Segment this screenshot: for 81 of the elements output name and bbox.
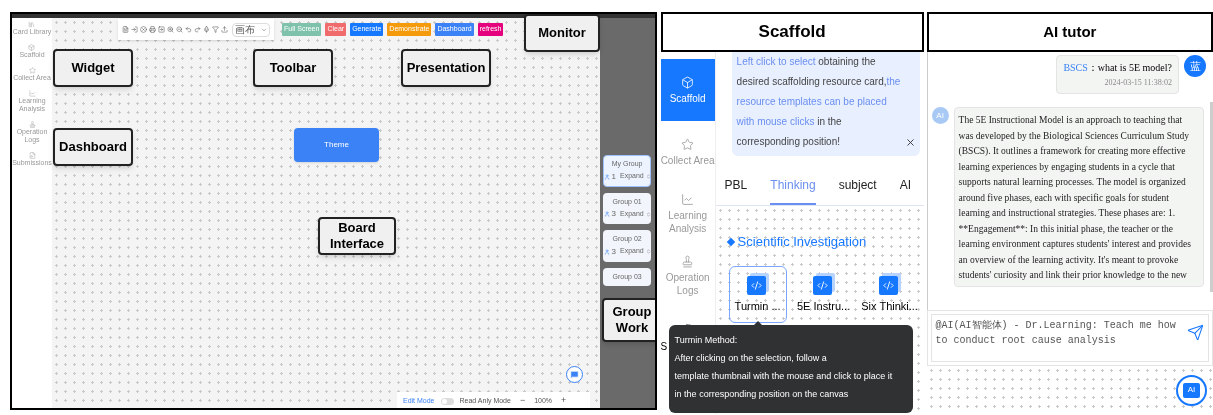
template-card[interactable]: 5E Instru... [794, 265, 853, 323]
stamp-icon [28, 121, 36, 128]
person-icon [603, 211, 610, 217]
expand-icon [645, 211, 651, 217]
tooltip-text: After clicking on the selection, follow a [674, 352, 828, 365]
code-template-icon [812, 273, 835, 296]
zoom-out-icon[interactable] [176, 26, 183, 33]
member-count: 3 [611, 245, 616, 258]
ai-message: The 5E Instructional Model is an approach to teaching that was developed by the Biological Sciences Curriculum Study (BSCS). It outlines a framework for creating more effective learning experiences by engaging students in a cycle that supports natural learning processes. The model is organized around five phases, each with specific goals for student learning and instructional strategies. These phases are: 1. **Engagement**: In this initial phase, the teacher or the learning environment captures students' interest and provides an overview of the learning activity. It's meant to provoke students' curiosity and link their prior knowledge to the new [953, 107, 1204, 287]
section-title: Scientific Investigation [737, 233, 867, 251]
callout-label: Dashboard [53, 128, 133, 166]
callout-label: Presentation [401, 49, 491, 87]
send-icon[interactable] [1187, 324, 1204, 341]
ai-chat-button[interactable]: AI [1176, 374, 1207, 406]
expand-icon [645, 249, 651, 254]
nav-item[interactable]: Collect Area [660, 121, 715, 183]
person-icon [603, 173, 610, 180]
card-label: 5E Instru... [797, 299, 851, 315]
callout-label: Toolbar [253, 49, 333, 87]
library-icon [28, 21, 36, 28]
cube-icon [28, 44, 36, 51]
member-count: 3 [611, 208, 616, 220]
nav-item[interactable]: Operation Logs [660, 245, 715, 307]
chat-icon [570, 370, 579, 379]
close-circle-icon[interactable] [140, 26, 147, 33]
code-template-icon [746, 273, 769, 296]
microphone-icon[interactable] [203, 26, 210, 33]
person-icon [603, 248, 610, 255]
expand-icon [645, 174, 651, 179]
zoom-out-button[interactable]: − [519, 394, 526, 408]
chevron-icon [261, 26, 267, 33]
file-icon [28, 152, 36, 159]
tab[interactable]: subject [838, 176, 877, 205]
zoom-in-icon[interactable] [167, 26, 174, 33]
message-time: 2024-03-15 11:38:02 [1103, 77, 1172, 89]
tab[interactable]: Thinking [770, 176, 816, 205]
nav-item[interactable]: Scaffold [660, 59, 715, 121]
undo-icon[interactable] [185, 26, 192, 33]
callout-label: Widget [53, 49, 133, 87]
upload-icon[interactable] [221, 26, 228, 33]
redo-icon[interactable] [194, 26, 201, 33]
callout-label: Monitor [524, 14, 600, 52]
callout-label: Board Interface [318, 217, 396, 255]
tab[interactable]: PBL [724, 176, 748, 205]
panel-title: AI tutor [1043, 21, 1097, 42]
close-icon[interactable] [904, 137, 916, 148]
info-text: Left click to select obtaining the desired scaffolding resource card,the resource templates can be placed with mouse clicks in the corresponding position! [736, 55, 902, 149]
user-avatar: 蓝 [1184, 55, 1206, 77]
sender-name: BSCS [1063, 62, 1088, 73]
tab[interactable]: AI [899, 176, 912, 205]
template-card[interactable]: Turmin ... [728, 265, 787, 323]
theme-button[interactable]: Theme [294, 128, 379, 162]
chat-button[interactable] [566, 366, 583, 383]
tooltip-text: in the corresponding position on the canvas [674, 388, 850, 401]
filter-icon[interactable] [212, 26, 219, 33]
chart-icon [28, 90, 36, 97]
card-label: Six Thinki... [861, 299, 918, 315]
card-label: Turmin ... [734, 299, 781, 315]
document-icon[interactable] [122, 26, 129, 33]
stamp-icon [681, 255, 695, 268]
printer-icon[interactable] [149, 26, 156, 33]
nav-item[interactable]: Learning Analysis [660, 183, 715, 245]
mode-switch[interactable] [440, 397, 454, 405]
zoom-in-button[interactable]: + [561, 394, 567, 408]
chart-icon [681, 193, 695, 206]
cube-icon [681, 75, 695, 89]
login-icon[interactable] [131, 26, 138, 33]
chat-input[interactable]: @AI(AI智能体) - Dr.Learning: Teach me how to conduct root cause analysis [930, 314, 1209, 362]
callout-label: Group Work [602, 298, 655, 342]
canvas-select[interactable]: 画布 [232, 22, 270, 37]
panel-title: Scaffold [758, 21, 826, 44]
code-template-icon [878, 273, 901, 296]
export-icon[interactable] [158, 26, 165, 33]
member-count: 1 [611, 170, 616, 183]
ai-avatar: AI [931, 107, 949, 124]
template-card[interactable]: Six Thinki... [860, 265, 919, 323]
tooltip-text: template thumbnail with the mouse and click to place it [674, 370, 894, 383]
star-icon [28, 67, 36, 74]
message-text: ：what is 5E model? [1087, 62, 1172, 73]
tooltip-title: Turmin Method: [674, 334, 739, 347]
star-icon [681, 137, 695, 151]
